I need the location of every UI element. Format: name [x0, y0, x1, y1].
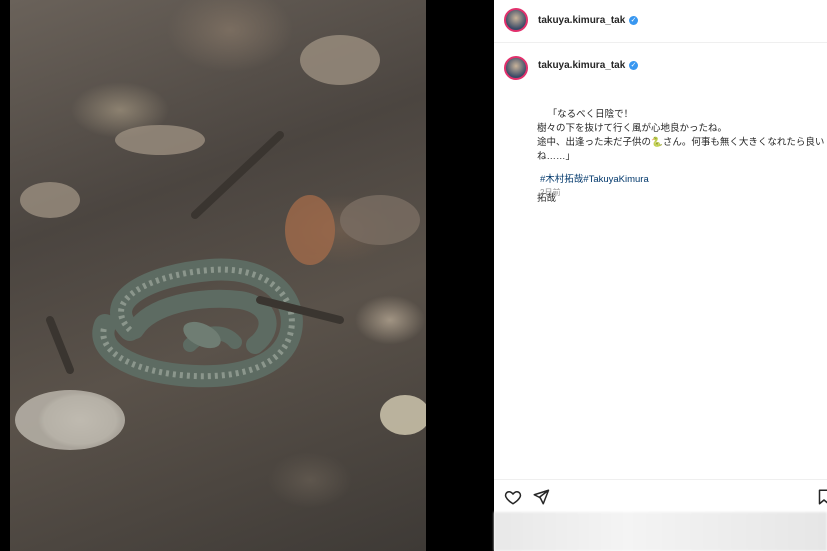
snake-photo[interactable]	[10, 0, 426, 551]
caption-text: 「なるべく日陰で！ 樹々の下を抜けて行く風が心地良かったね。 途中、出逢った未だ…	[537, 109, 825, 162]
heart-icon[interactable]	[504, 488, 524, 508]
post-info-pane: takuya.kimura_tak ✓ takuya.kimura_tak ✓ …	[494, 0, 827, 551]
snake-illustration	[15, 35, 426, 450]
post-media-pane	[0, 0, 494, 551]
post-caption: 「なるべく日陰で！ 樹々の下を抜けて行く風が心地良かったね。 途中、出逢った未だ…	[537, 94, 827, 220]
caption-author-username[interactable]: takuya.kimura_tak	[538, 60, 625, 71]
caption-author-avatar[interactable]	[504, 56, 528, 80]
caption-hashtags[interactable]: #木村拓哉#TakuyaKimura	[540, 171, 649, 185]
bookmark-icon[interactable]	[815, 488, 827, 508]
blurred-comment-area	[494, 512, 827, 551]
post-header: takuya.kimura_tak ✓	[494, 0, 827, 43]
verified-badge-icon: ✓	[629, 16, 638, 25]
post-timestamp[interactable]: 2日前	[540, 187, 560, 198]
author-avatar[interactable]	[504, 8, 528, 32]
author-username[interactable]: takuya.kimura_tak	[538, 15, 625, 26]
paper-plane-icon[interactable]	[532, 488, 552, 508]
verified-badge-icon: ✓	[629, 61, 638, 70]
